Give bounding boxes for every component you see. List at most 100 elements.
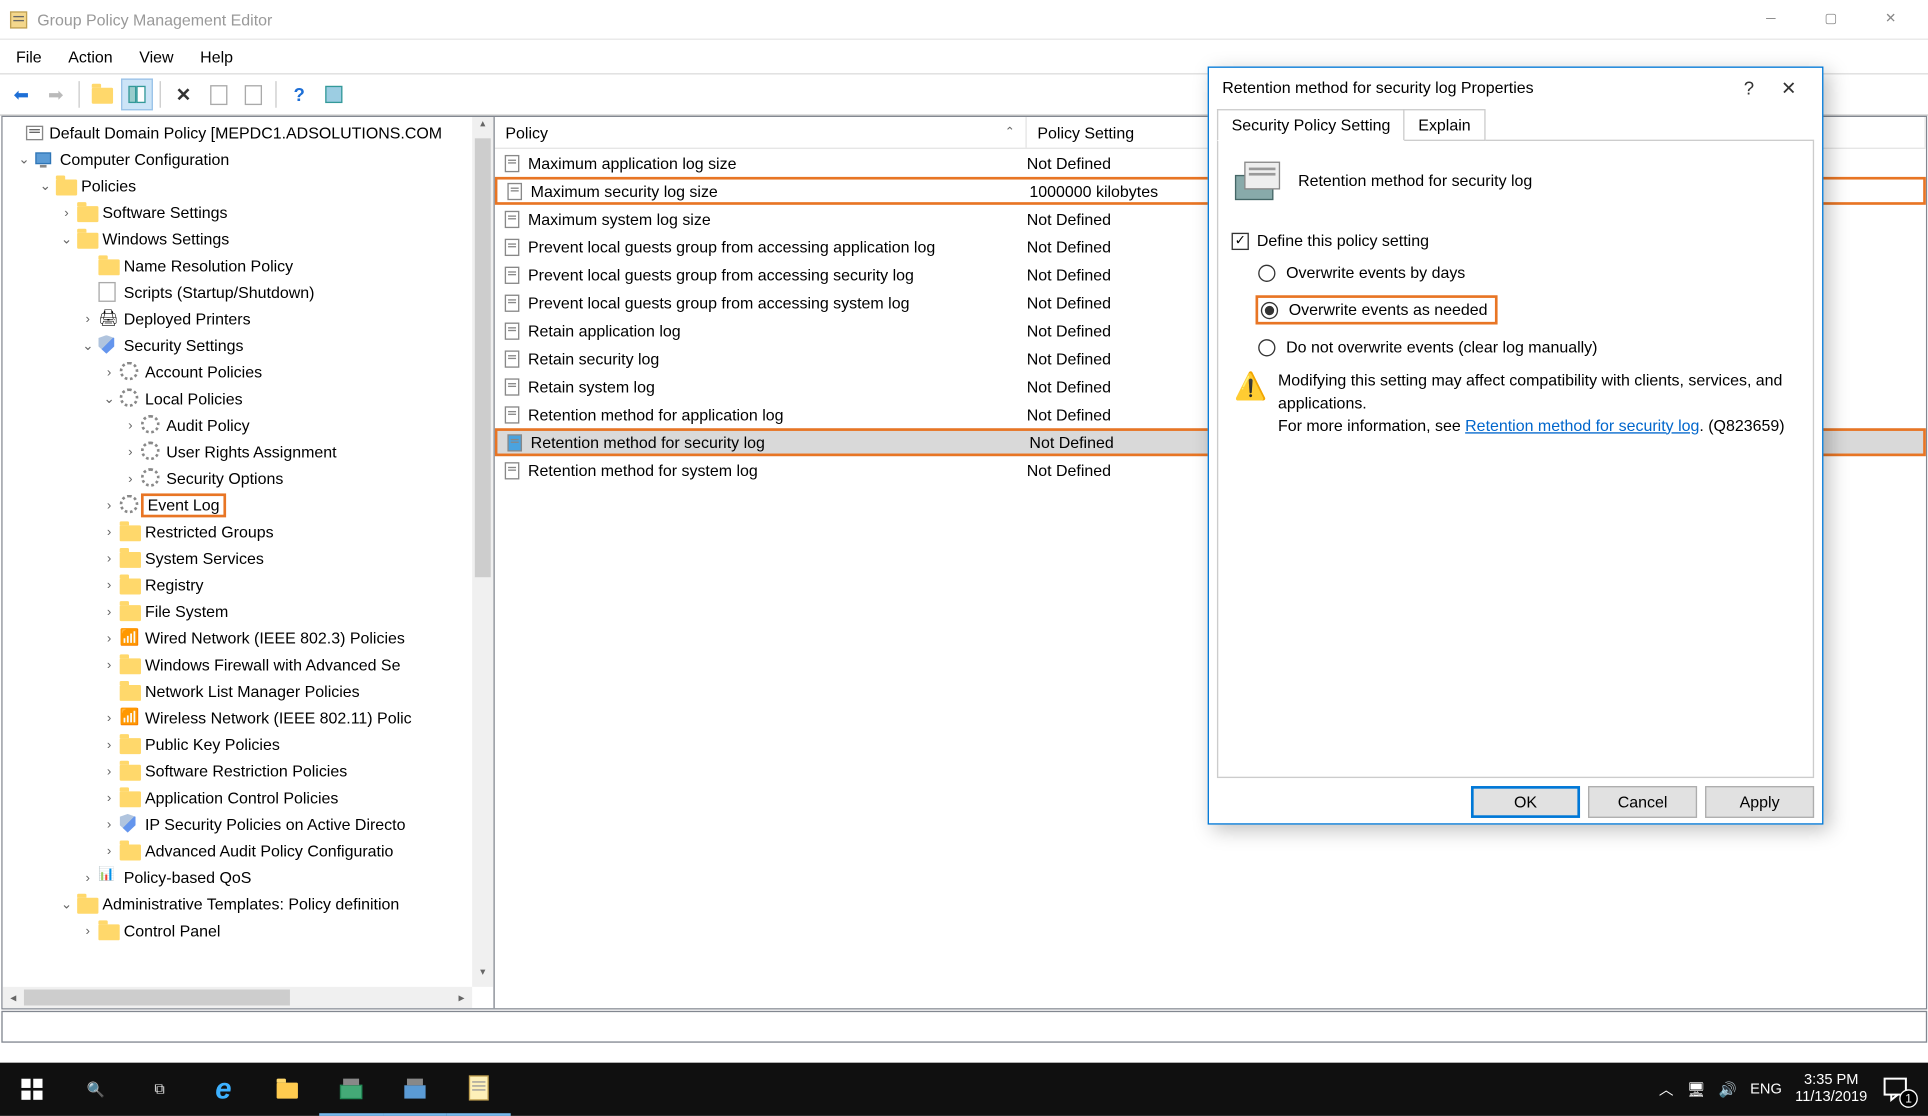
tree-hscrollbar[interactable]: ◂ ▸ bbox=[3, 987, 472, 1008]
policy-setting: Not Defined bbox=[1027, 237, 1111, 256]
policy-name: Retention method for security log bbox=[531, 433, 765, 452]
policy-name: Retain security log bbox=[528, 349, 659, 368]
cancel-button[interactable]: Cancel bbox=[1588, 786, 1697, 818]
language-indicator[interactable]: ENG bbox=[1750, 1081, 1782, 1097]
policy-setting: Not Defined bbox=[1029, 433, 1113, 452]
tree-admin-templates[interactable]: ⌄Administrative Templates: Policy defini… bbox=[3, 891, 494, 918]
tree-adv-audit[interactable]: ›Advanced Audit Policy Configuratio bbox=[3, 838, 494, 865]
tree-scripts[interactable]: Scripts (Startup/Shutdown) bbox=[3, 279, 494, 306]
window-title: Group Policy Management Editor bbox=[37, 10, 1741, 29]
tree-ipsec[interactable]: ›IP Security Policies on Active Directo bbox=[3, 811, 494, 838]
tree-policies[interactable]: ⌄Policies bbox=[3, 173, 494, 200]
volume-icon[interactable]: 🔊 bbox=[1719, 1081, 1737, 1098]
tree-event-log[interactable]: ›Event Log bbox=[3, 492, 494, 519]
delete-button[interactable]: ✕ bbox=[168, 78, 200, 110]
properties-button[interactable] bbox=[202, 78, 234, 110]
dialog-titlebar[interactable]: Retention method for security log Proper… bbox=[1209, 68, 1822, 108]
policy-name: Retention method for application log bbox=[528, 405, 784, 424]
tree-qos[interactable]: ›📊Policy-based QoS bbox=[3, 865, 494, 892]
tree-panel: Default Domain Policy [MEPDC1.ADSOLUTION… bbox=[3, 117, 495, 1008]
tree-restricted-groups[interactable]: ›Restricted Groups bbox=[3, 519, 494, 546]
define-checkbox-row[interactable]: ✓ Define this policy setting bbox=[1232, 231, 1800, 250]
policy-name: Prevent local guests group from accessin… bbox=[528, 293, 909, 312]
apply-button[interactable]: Apply bbox=[1705, 786, 1814, 818]
task-view-button[interactable]: ⧉ bbox=[128, 1063, 192, 1116]
kb-link[interactable]: Retention method for security log bbox=[1465, 416, 1699, 435]
ok-button[interactable]: OK bbox=[1471, 786, 1580, 818]
radio-by-days[interactable]: Overwrite events by days bbox=[1258, 263, 1799, 282]
policy-setting: Not Defined bbox=[1027, 377, 1111, 396]
column-policy[interactable]: Policy bbox=[495, 117, 1027, 148]
tree-appctrl[interactable]: ›Application Control Policies bbox=[3, 785, 494, 812]
dialog-help-button[interactable]: ? bbox=[1729, 77, 1769, 98]
export-button[interactable] bbox=[237, 78, 269, 110]
tree-control-panel[interactable]: ›Control Panel bbox=[3, 918, 494, 945]
tree-computer-config[interactable]: ⌄Computer Configuration bbox=[3, 146, 494, 173]
maximize-button[interactable]: ▢ bbox=[1801, 0, 1861, 39]
network-icon[interactable]: 🖥 bbox=[1687, 1081, 1706, 1098]
tree-software-settings[interactable]: ›Software Settings bbox=[3, 200, 494, 227]
tree-pki[interactable]: ›Public Key Policies bbox=[3, 732, 494, 759]
tree-system-services[interactable]: ›System Services bbox=[3, 545, 494, 572]
tree-registry[interactable]: ›Registry bbox=[3, 572, 494, 599]
tab-explain[interactable]: Explain bbox=[1404, 109, 1486, 141]
tree-netlist[interactable]: Network List Manager Policies bbox=[3, 678, 494, 705]
policy-name: Prevent local guests group from accessin… bbox=[528, 237, 935, 256]
start-button[interactable] bbox=[0, 1063, 64, 1116]
close-button[interactable]: ✕ bbox=[1861, 0, 1921, 39]
tree-wireless[interactable]: ›📶Wireless Network (IEEE 802.11) Polic bbox=[3, 705, 494, 732]
tree-root[interactable]: Default Domain Policy [MEPDC1.ADSOLUTION… bbox=[3, 120, 494, 147]
up-button[interactable] bbox=[86, 78, 118, 110]
tree-name-resolution[interactable]: Name Resolution Policy bbox=[3, 253, 494, 280]
dialog-close-button[interactable]: ✕ bbox=[1769, 76, 1809, 99]
tree-srp[interactable]: ›Software Restriction Policies bbox=[3, 758, 494, 785]
radio-icon bbox=[1258, 264, 1275, 281]
notifications-button[interactable]: 1 bbox=[1881, 1071, 1918, 1108]
tree-local-policies[interactable]: ⌄Local Policies bbox=[3, 386, 494, 413]
tray-chevron-icon[interactable]: ︿ bbox=[1659, 1079, 1674, 1100]
statusbar bbox=[1, 1011, 1927, 1043]
policy-item-icon bbox=[503, 376, 524, 397]
radio-icon bbox=[1261, 301, 1278, 318]
radio-no-overwrite[interactable]: Do not overwrite events (clear log manua… bbox=[1258, 338, 1799, 357]
filter-button[interactable] bbox=[318, 78, 350, 110]
tree-audit-policy[interactable]: ›Audit Policy bbox=[3, 412, 494, 439]
menu-help[interactable]: Help bbox=[187, 43, 246, 70]
gpmc-button[interactable] bbox=[383, 1063, 447, 1116]
policy-setting: Not Defined bbox=[1027, 265, 1111, 284]
tree-wired-network[interactable]: ›📶Wired Network (IEEE 802.3) Policies bbox=[3, 625, 494, 652]
policy-setting: Not Defined bbox=[1027, 209, 1111, 228]
tree-deployed-printers[interactable]: ›🖨Deployed Printers bbox=[3, 306, 494, 333]
policy-name: Maximum application log size bbox=[528, 154, 736, 173]
radio-icon bbox=[1258, 338, 1275, 355]
titlebar: Group Policy Management Editor ─ ▢ ✕ bbox=[0, 0, 1928, 40]
tree-security-options[interactable]: ›Security Options bbox=[3, 466, 494, 493]
search-button[interactable]: 🔍 bbox=[64, 1063, 128, 1116]
tree-security-settings[interactable]: ⌄Security Settings bbox=[3, 333, 494, 360]
policy-name: Prevent local guests group from accessin… bbox=[528, 265, 914, 284]
server-manager-button[interactable] bbox=[319, 1063, 383, 1116]
menu-action[interactable]: Action bbox=[55, 43, 126, 70]
tree-user-rights[interactable]: ›User Rights Assignment bbox=[3, 439, 494, 466]
ie-button[interactable]: e bbox=[192, 1063, 256, 1116]
back-button[interactable]: ⬅ bbox=[5, 78, 37, 110]
explorer-button[interactable] bbox=[255, 1063, 319, 1116]
properties-dialog: Retention method for security log Proper… bbox=[1208, 67, 1824, 825]
help-button[interactable]: ? bbox=[283, 78, 315, 110]
minimize-button[interactable]: ─ bbox=[1741, 0, 1801, 39]
tree-account-policies[interactable]: ›Account Policies bbox=[3, 359, 494, 386]
clock[interactable]: 3:35 PM 11/13/2019 bbox=[1795, 1072, 1867, 1107]
tree-vscrollbar[interactable]: ▴ ▾ bbox=[472, 117, 493, 987]
menu-view[interactable]: View bbox=[126, 43, 187, 70]
policy-setting: Not Defined bbox=[1027, 461, 1111, 480]
warning-icon: ⚠️ bbox=[1234, 370, 1267, 437]
show-hide-tree-button[interactable] bbox=[121, 78, 153, 110]
tab-security-policy[interactable]: Security Policy Setting bbox=[1217, 109, 1405, 141]
forward-button[interactable]: ➡ bbox=[40, 78, 72, 110]
tree-file-system[interactable]: ›File System bbox=[3, 599, 494, 626]
menu-file[interactable]: File bbox=[3, 43, 55, 70]
tree-firewall[interactable]: ›Windows Firewall with Advanced Se bbox=[3, 652, 494, 679]
tree-windows-settings[interactable]: ⌄Windows Settings bbox=[3, 226, 494, 253]
radio-as-needed[interactable]: Overwrite events as needed bbox=[1256, 295, 1499, 324]
notepad-button[interactable] bbox=[447, 1063, 511, 1116]
